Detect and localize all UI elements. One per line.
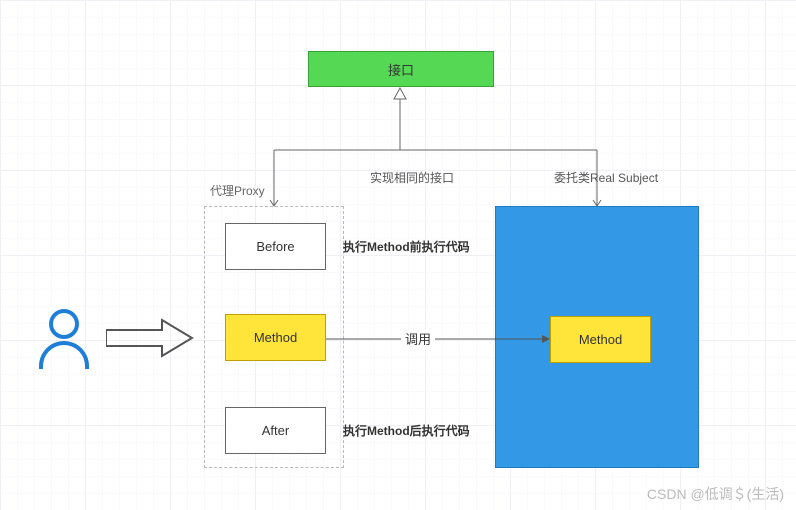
interface-box: 接口 [308, 51, 494, 87]
proxy-title: 代理Proxy [210, 182, 265, 199]
after-desc: 执行Method后执行代码 [343, 422, 470, 439]
call-label: 调用 [401, 329, 435, 348]
after-label-text: After [262, 423, 289, 438]
proxy-method-label: Method [254, 330, 297, 345]
delegate-label: 委托类Real Subject [554, 169, 658, 186]
user-to-proxy-arrow [106, 318, 194, 358]
before-box: Before [225, 223, 326, 270]
before-desc: 执行Method前执行代码 [343, 238, 470, 255]
before-label-text: Before [256, 239, 294, 254]
user-icon [34, 309, 94, 379]
watermark: CSDN @低调＄(生活) [647, 484, 784, 504]
implements-label: 实现相同的接口 [370, 169, 454, 186]
interface-label: 接口 [388, 60, 414, 79]
subject-method-box: Method [550, 316, 651, 363]
after-box: After [225, 407, 326, 454]
proxy-method-box: Method [225, 314, 326, 361]
subject-method-label: Method [579, 332, 622, 347]
